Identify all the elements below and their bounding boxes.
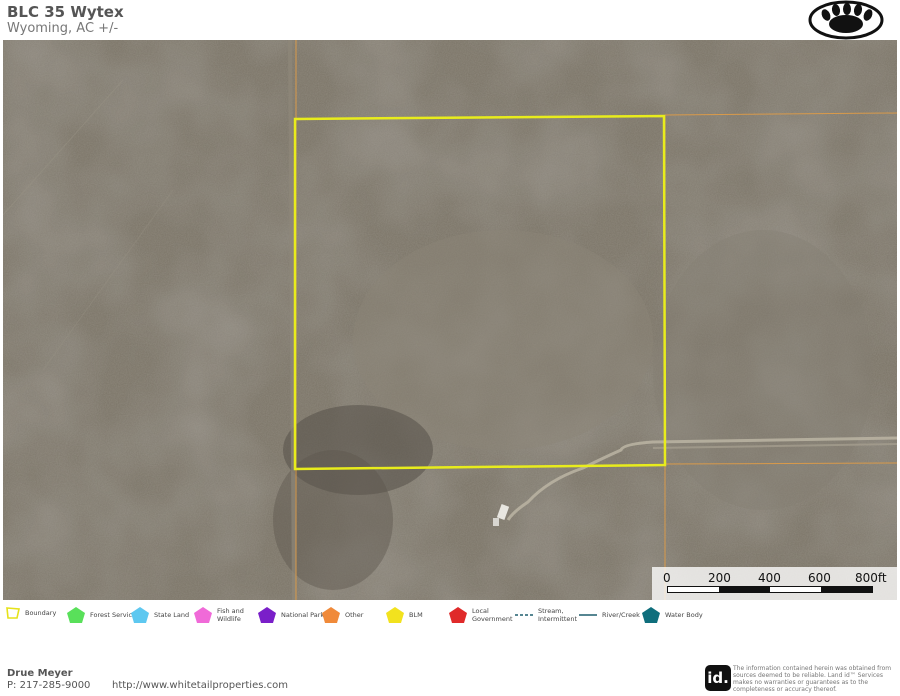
stream-intermittent-swatch-icon xyxy=(515,614,533,616)
light-patch xyxy=(653,230,873,510)
legend-item-water-body: Water Body xyxy=(641,606,703,624)
legend-label: Water Body xyxy=(665,611,703,619)
local-government-swatch-icon xyxy=(449,607,467,623)
scale-ruler xyxy=(667,586,873,593)
map-subtitle: Wyoming, AC +/- xyxy=(7,21,119,36)
legend-label: State Land xyxy=(154,611,190,619)
disclaimer-text: The information contained herein was obt… xyxy=(733,665,892,693)
aerial-map[interactable] xyxy=(3,40,897,600)
legend-label: Forest Servic xyxy=(90,611,133,619)
ranch-structure xyxy=(493,518,499,526)
water-body-swatch-icon xyxy=(642,607,660,623)
scale-label: 600 xyxy=(808,571,831,585)
legend-item-boundary: Boundary xyxy=(5,606,56,620)
agent-name: Drue Meyer xyxy=(7,668,73,679)
river-creek-swatch-icon xyxy=(579,614,597,616)
legend-item-blm: BLM xyxy=(385,606,423,624)
legend-item-national-park: National Park xyxy=(257,606,324,624)
national-park-swatch-icon xyxy=(258,607,276,623)
scale-label: 200 xyxy=(708,571,731,585)
legend-label: River/Creek xyxy=(602,611,640,619)
map-legend: Boundary Forest Servic State Land Fish a… xyxy=(0,606,900,632)
legend-label: BLM xyxy=(409,611,423,619)
legend-item-forest-service: Forest Servic xyxy=(66,606,132,624)
scale-label: 400 xyxy=(758,571,781,585)
website-link[interactable]: http://www.whitetailproperties.com xyxy=(112,680,288,691)
legend-label: Fish and Wildlife xyxy=(217,607,244,623)
legend-item-river-creek: River/Creek xyxy=(578,606,640,624)
blm-swatch-icon xyxy=(386,607,404,623)
scale-label: 800ft xyxy=(855,571,887,585)
map-title: BLC 35 Wytex xyxy=(7,3,124,21)
legend-item-fish-wildlife: Fish and Wildlife xyxy=(193,606,251,624)
forest-service-swatch-icon xyxy=(67,607,85,623)
scale-bar: 0 200 400 600 800ft xyxy=(652,567,897,600)
legend-label: Local Government xyxy=(472,607,513,623)
agent-phone: P: 217-285-9000 xyxy=(7,680,91,691)
scale-label: 0 xyxy=(663,571,671,585)
state-land-swatch-icon xyxy=(131,607,149,623)
map-canvas xyxy=(3,40,897,600)
legend-item-stream-intermittent: Stream, Intermittent xyxy=(514,606,578,624)
fish-wildlife-swatch-icon xyxy=(194,607,212,623)
bear-paw-icon xyxy=(808,0,884,40)
other-swatch-icon xyxy=(322,607,340,623)
legend-label: Stream, Intermittent xyxy=(538,607,578,623)
legend-item-state-land: State Land xyxy=(130,606,189,624)
legend-item-other: Other xyxy=(321,606,363,624)
legend-label: National Park xyxy=(281,611,325,619)
boundary-swatch-icon xyxy=(6,607,20,619)
land-id-logo-icon: id. xyxy=(705,665,731,691)
legend-label: Other xyxy=(345,611,364,619)
dark-patch xyxy=(273,450,393,590)
legend-label: Boundary xyxy=(25,609,57,617)
legend-item-local-government: Local Government xyxy=(448,606,513,624)
